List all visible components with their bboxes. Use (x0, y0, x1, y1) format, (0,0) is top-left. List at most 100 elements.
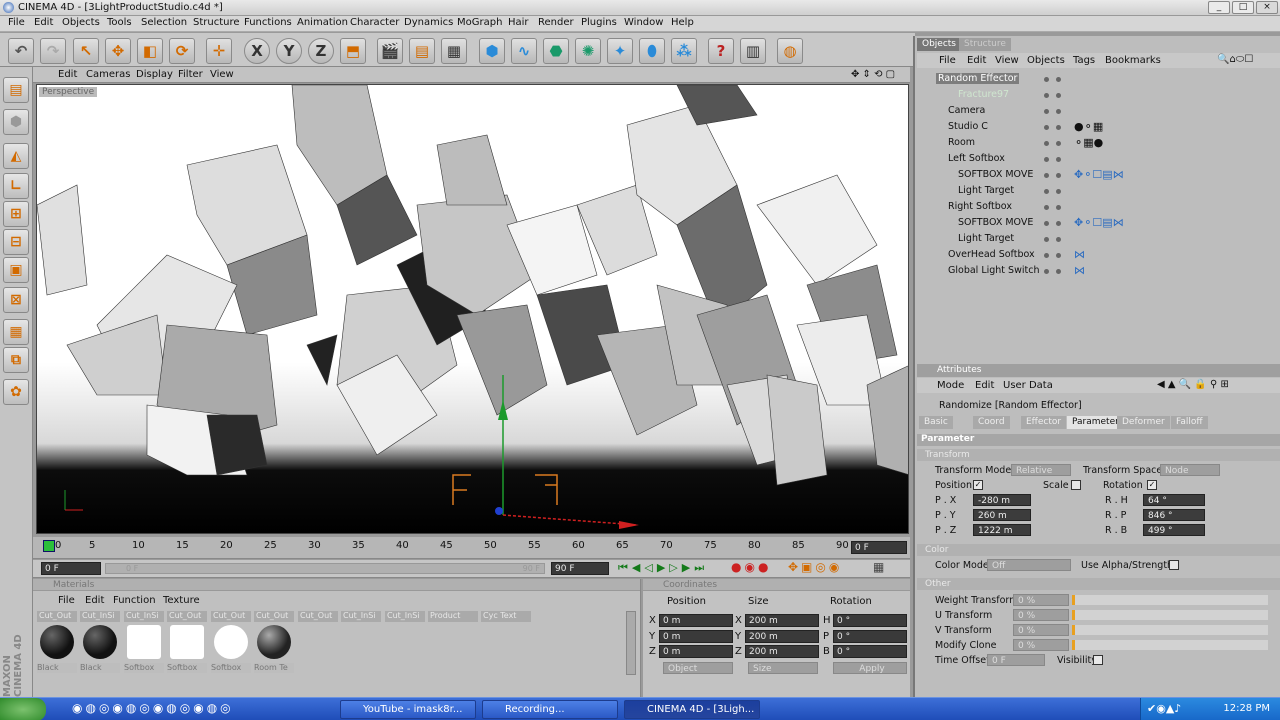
object-row[interactable]: Random Effector (922, 72, 1280, 88)
objects-menu-objects[interactable]: Objects (1027, 55, 1065, 66)
objects-menu-edit[interactable]: Edit (967, 55, 986, 66)
attr-tab-effector[interactable]: Effector (1021, 416, 1067, 429)
workplane-icon[interactable]: ⧉ (3, 347, 29, 373)
record-keys-icons[interactable]: ●◉● (731, 560, 771, 574)
object-row[interactable]: Global Light Switch ⋈ (922, 264, 1280, 280)
materials-menu-file[interactable]: File (58, 595, 75, 606)
render-view-icon[interactable]: 🎬 (377, 38, 403, 64)
rotation-checkbox[interactable]: ✓ (1147, 480, 1157, 490)
menu-mograph[interactable]: MoGraph (457, 17, 502, 28)
position-z-field[interactable]: 0 m (659, 645, 733, 658)
material-tab[interactable]: Cut_InSi (80, 611, 120, 622)
material-swatch[interactable] (124, 623, 164, 665)
menu-character[interactable]: Character (350, 17, 399, 28)
attr-tab-deformer[interactable]: Deformer (1117, 416, 1170, 429)
help-pointer-icon[interactable]: ? (708, 38, 734, 64)
modify-clone-slider[interactable] (1072, 640, 1268, 650)
move-tool-icon[interactable]: ✥ (105, 38, 131, 64)
material-tab[interactable]: Cut_Out (211, 611, 251, 622)
material-tab[interactable]: Cut_InSi (124, 611, 164, 622)
position-checkbox[interactable]: ✓ (973, 480, 983, 490)
other-section-header[interactable]: Other (917, 578, 1280, 590)
cube-primitive-icon[interactable]: ⬢ (479, 38, 505, 64)
preview-range-slider[interactable]: 0 F 90 F (105, 563, 545, 574)
attr-tab-falloff[interactable]: Falloff (1171, 416, 1208, 429)
material-swatch[interactable] (37, 623, 77, 665)
color-section-header[interactable]: Color (917, 544, 1280, 556)
u-transform-input[interactable]: 0 % (1013, 609, 1069, 621)
objects-menu-view[interactable]: View (995, 55, 1019, 66)
time-offset-input[interactable]: 0 F (987, 654, 1045, 666)
live-selection-icon[interactable]: ↖ (73, 38, 99, 64)
color-mode-dropdown[interactable]: Off (987, 559, 1071, 571)
objects-search-icon[interactable]: 🔍⌂⬭☐ (1217, 54, 1253, 65)
material-swatch[interactable] (80, 623, 120, 665)
move-add-icon[interactable]: ✛ (206, 38, 232, 64)
weight-transform-input[interactable]: 0 % (1013, 594, 1069, 606)
material-swatch[interactable] (211, 623, 251, 665)
rotation-p-field[interactable]: 0 ° (833, 630, 907, 643)
model-tool-icon[interactable]: ◭ (3, 143, 29, 169)
close-button[interactable]: × (1256, 1, 1278, 14)
menu-structure[interactable]: Structure (193, 17, 240, 28)
quick-launch-icons[interactable]: ◉◍◎◉◍◎◉◍◎◉◍◎ (72, 701, 234, 715)
attributes-menu-edit[interactable]: Edit (975, 380, 994, 391)
transform-section-header[interactable]: Transform (917, 449, 1280, 461)
object-row[interactable]: Left Softbox (922, 152, 1280, 168)
u-transform-slider[interactable] (1072, 610, 1268, 620)
object-row[interactable]: Light Target (922, 232, 1280, 248)
weight-transform-slider[interactable] (1072, 595, 1268, 605)
menu-edit[interactable]: Edit (34, 17, 53, 28)
menu-animation[interactable]: Animation (297, 17, 348, 28)
x-axis-lock-icon[interactable]: X (244, 38, 270, 64)
uv-mode-icon[interactable]: ⊠ (3, 287, 29, 313)
v-transform-input[interactable]: 0 % (1013, 624, 1069, 636)
layout-switch-icon[interactable]: ▤ (3, 77, 29, 103)
menu-render[interactable]: Render (538, 17, 574, 28)
array-icon[interactable]: ✺ (575, 38, 601, 64)
undo-icon[interactable]: ↶ (8, 38, 34, 64)
rotation-p-input[interactable]: 846 ° (1143, 509, 1205, 521)
tab-structure[interactable]: Structure (959, 38, 1011, 51)
use-alpha-checkbox[interactable] (1169, 560, 1179, 570)
objects-menu-file[interactable]: File (939, 55, 956, 66)
timeline-layout-icon[interactable]: ▦ (873, 560, 884, 574)
rotation-b-field[interactable]: 0 ° (833, 645, 907, 658)
materials-menu-edit[interactable]: Edit (85, 595, 104, 606)
y-axis-lock-icon[interactable]: Y (276, 38, 302, 64)
attr-tab-parameter[interactable]: Parameter (1067, 416, 1124, 429)
menu-hair[interactable]: Hair (508, 17, 529, 28)
objects-menu-tags[interactable]: Tags (1073, 55, 1095, 66)
apply-button[interactable]: Apply (833, 662, 907, 674)
rotation-b-input[interactable]: 499 ° (1143, 524, 1205, 536)
material-tab[interactable]: Cut_Out (167, 611, 207, 622)
minimize-button[interactable]: _ (1208, 1, 1230, 14)
scale-tool-icon[interactable]: ◧ (137, 38, 163, 64)
material-tab[interactable]: Cut_Out (37, 611, 77, 622)
scene-object-icon[interactable]: ⬮ (639, 38, 665, 64)
task-recording[interactable]: Recording... (482, 700, 618, 719)
objects-menu-bookmarks[interactable]: Bookmarks (1105, 55, 1161, 66)
nurbs-icon[interactable]: ⬣ (543, 38, 569, 64)
scale-checkbox[interactable] (1071, 480, 1081, 490)
z-axis-lock-icon[interactable]: Z (308, 38, 334, 64)
maximize-button[interactable]: □ (1232, 1, 1254, 14)
object-row[interactable]: Light Target (922, 184, 1280, 200)
attributes-menu-mode[interactable]: Mode (937, 380, 964, 391)
material-tab[interactable]: Cut_Out (254, 611, 294, 622)
spline-tool-icon[interactable]: ∿ (511, 38, 537, 64)
size-y-field[interactable]: 200 m (745, 630, 819, 643)
v-transform-slider[interactable] (1072, 625, 1268, 635)
menu-tools[interactable]: Tools (107, 17, 132, 28)
object-row[interactable]: SOFTBOX MOVE ✥⚬☐▤⋈ (922, 168, 1280, 184)
key-mode-icons[interactable]: ✥▣◎◉ (788, 560, 842, 574)
transform-space-dropdown[interactable]: Node (1160, 464, 1220, 476)
coord-mode-dropdown[interactable]: Object (663, 662, 733, 674)
task-cinema4d[interactable]: CINEMA 4D - [3Ligh... (624, 700, 760, 719)
attr-tab-coord[interactable]: Coord (973, 416, 1010, 429)
task-youtube[interactable]: YouTube - imask8r... (340, 700, 476, 719)
menu-window[interactable]: Window (624, 17, 663, 28)
material-tab[interactable]: Cyc Text (481, 611, 531, 622)
attr-tab-basic[interactable]: Basic (919, 416, 953, 429)
viewport-menu-display[interactable]: Display (136, 69, 173, 80)
